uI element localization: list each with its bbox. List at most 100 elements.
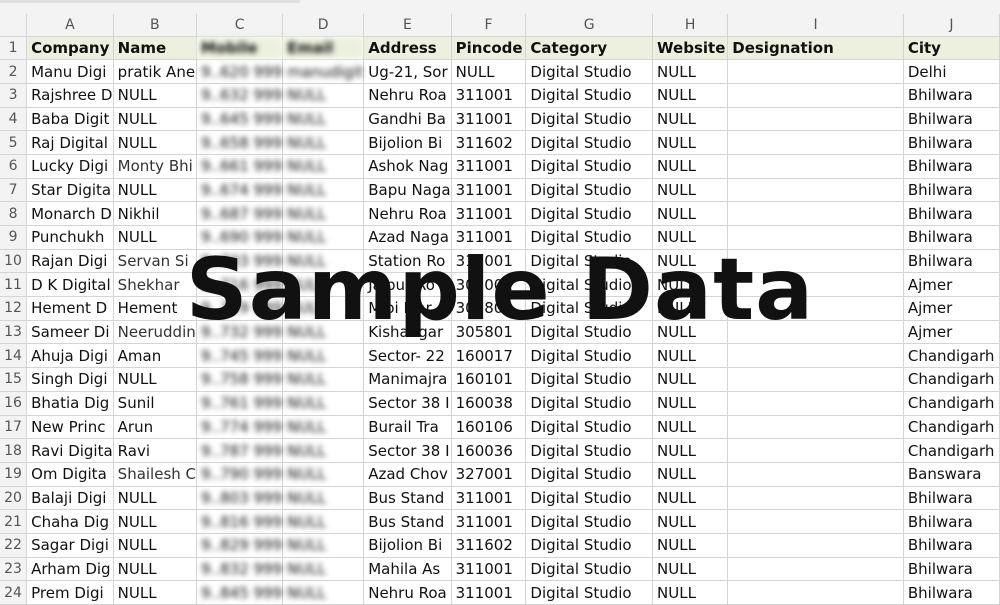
cell[interactable] xyxy=(727,557,904,582)
cell[interactable]: NULL xyxy=(652,201,729,226)
cell[interactable]: NULL xyxy=(652,59,729,84)
cell[interactable]: Bhatia Dig xyxy=(26,391,114,416)
cell[interactable]: Bhilwara xyxy=(903,249,1000,274)
column-header-d[interactable]: D xyxy=(282,14,365,37)
row-header[interactable]: 16 xyxy=(0,391,28,416)
cell[interactable]: Bapu Naga xyxy=(363,178,452,203)
cell[interactable]: Singh Digi xyxy=(26,367,114,392)
cell[interactable] xyxy=(727,154,904,179)
cell[interactable]: Gandhi Ba xyxy=(363,107,452,132)
row-header[interactable]: 18 xyxy=(0,438,28,463)
cell[interactable]: Digital Studio xyxy=(525,201,654,226)
cell[interactable] xyxy=(727,201,904,226)
cell[interactable]: 9..832 999 xyxy=(196,557,284,582)
cell[interactable]: Bhilwara xyxy=(903,83,1000,108)
cell[interactable]: 311001 xyxy=(451,249,527,274)
cell[interactable]: Monarch D xyxy=(26,201,114,226)
cell[interactable] xyxy=(727,533,904,558)
cell[interactable]: 9..661 999 xyxy=(196,154,284,179)
header-cell[interactable]: Category xyxy=(525,36,654,61)
cell[interactable]: Lucky Digi xyxy=(26,154,114,179)
cell[interactable]: NULL xyxy=(652,391,729,416)
cell[interactable]: 311001 xyxy=(451,201,527,226)
cell[interactable]: Digital Studio xyxy=(525,130,654,155)
cell[interactable]: NULL xyxy=(113,533,198,558)
cell[interactable]: Bhilwara xyxy=(903,509,1000,534)
cell[interactable]: Bhilwara xyxy=(903,201,1000,226)
cell[interactable]: Om Digita xyxy=(26,462,114,487)
cell[interactable]: Delhi xyxy=(903,59,1000,84)
cell[interactable]: Shekhar xyxy=(113,272,198,298)
cell[interactable]: 9..758 999 xyxy=(196,367,284,392)
cell[interactable]: Bhilwara xyxy=(903,580,1000,605)
cell[interactable]: Prem Digi xyxy=(26,580,114,605)
row-header[interactable]: 10 xyxy=(0,249,28,274)
cell[interactable]: Punchukh xyxy=(26,225,114,250)
cell[interactable]: NULL xyxy=(282,107,365,132)
cell[interactable]: pratik Ane xyxy=(113,59,198,84)
cell[interactable]: NULL xyxy=(282,130,365,155)
header-cell[interactable]: Mobile xyxy=(196,36,284,61)
cell[interactable]: Star Digita xyxy=(26,178,114,203)
cell[interactable]: NULL xyxy=(652,272,729,298)
header-cell[interactable]: City xyxy=(903,36,1000,61)
cell[interactable]: NULL xyxy=(451,59,527,84)
cell[interactable]: 311001 xyxy=(451,580,527,605)
cell[interactable]: NULL xyxy=(113,107,198,132)
row-header[interactable]: 20 xyxy=(0,486,28,511)
cell[interactable]: NULL xyxy=(282,178,365,203)
cell[interactable]: NULL xyxy=(282,272,365,298)
cell[interactable]: NULL xyxy=(652,367,729,392)
row-header[interactable]: 11 xyxy=(0,272,28,298)
cell[interactable] xyxy=(727,83,904,108)
cell[interactable]: NULL xyxy=(652,225,729,250)
cell[interactable]: 9..829 999 xyxy=(196,533,284,558)
cell[interactable]: Bhilwara xyxy=(903,107,1000,132)
cell[interactable]: Nehru Roa xyxy=(363,580,452,605)
cell[interactable]: Digital Studio xyxy=(525,438,654,463)
cell[interactable]: Digital Studio xyxy=(525,486,654,511)
cell[interactable]: 305801 xyxy=(451,296,527,321)
cell[interactable]: NULL xyxy=(652,107,729,132)
cell[interactable]: Digital Studio xyxy=(525,272,654,298)
cell[interactable] xyxy=(727,415,904,440)
cell[interactable]: 160017 xyxy=(451,343,527,369)
cell[interactable] xyxy=(727,107,904,132)
cell[interactable]: NULL xyxy=(282,367,365,392)
cell[interactable]: NULL xyxy=(652,509,729,534)
cell[interactable]: Nehru Roa xyxy=(363,201,452,226)
cell[interactable]: NULL xyxy=(282,154,365,179)
cell[interactable]: Digital Studio xyxy=(525,249,654,274)
cell[interactable]: Arham Dig xyxy=(26,557,114,582)
cell[interactable]: Ravi Digita xyxy=(26,438,114,463)
cell[interactable]: NULL xyxy=(282,343,365,369)
cell[interactable]: NULL xyxy=(652,486,729,511)
cell[interactable]: Digital Studio xyxy=(525,391,654,416)
cell[interactable]: Bhilwara xyxy=(903,225,1000,250)
cell[interactable]: 305001 xyxy=(451,272,527,298)
header-cell[interactable]: Website xyxy=(652,36,729,61)
cell[interactable] xyxy=(727,296,904,321)
cell[interactable]: NULL xyxy=(652,249,729,274)
cell[interactable]: Ashok Nag xyxy=(363,154,452,179)
cell[interactable]: Digital Studio xyxy=(525,296,654,321)
cell[interactable]: NULL xyxy=(652,130,729,155)
cell[interactable]: Digital Studio xyxy=(525,557,654,582)
cell[interactable] xyxy=(727,343,904,369)
cell[interactable] xyxy=(727,249,904,274)
cell[interactable]: Digital Studio xyxy=(525,367,654,392)
cell[interactable]: Sameer Di xyxy=(26,320,114,345)
cell[interactable]: Mloi Mar xyxy=(363,296,452,321)
cell[interactable]: Baba Digit xyxy=(26,107,114,132)
row-header[interactable]: 15 xyxy=(0,367,28,392)
cell[interactable]: Manu Digi xyxy=(26,59,114,84)
cell[interactable]: Chandigarh xyxy=(903,391,1000,416)
cell[interactable]: Chandigarh xyxy=(903,343,1000,369)
column-header-b[interactable]: B xyxy=(113,14,198,37)
row-header[interactable]: 6 xyxy=(0,154,28,179)
cell[interactable] xyxy=(727,130,904,155)
cell[interactable] xyxy=(727,272,904,298)
cell[interactable]: Digital Studio xyxy=(525,178,654,203)
cell[interactable]: 311602 xyxy=(451,533,527,558)
cell[interactable]: Ajmer xyxy=(903,320,1000,345)
